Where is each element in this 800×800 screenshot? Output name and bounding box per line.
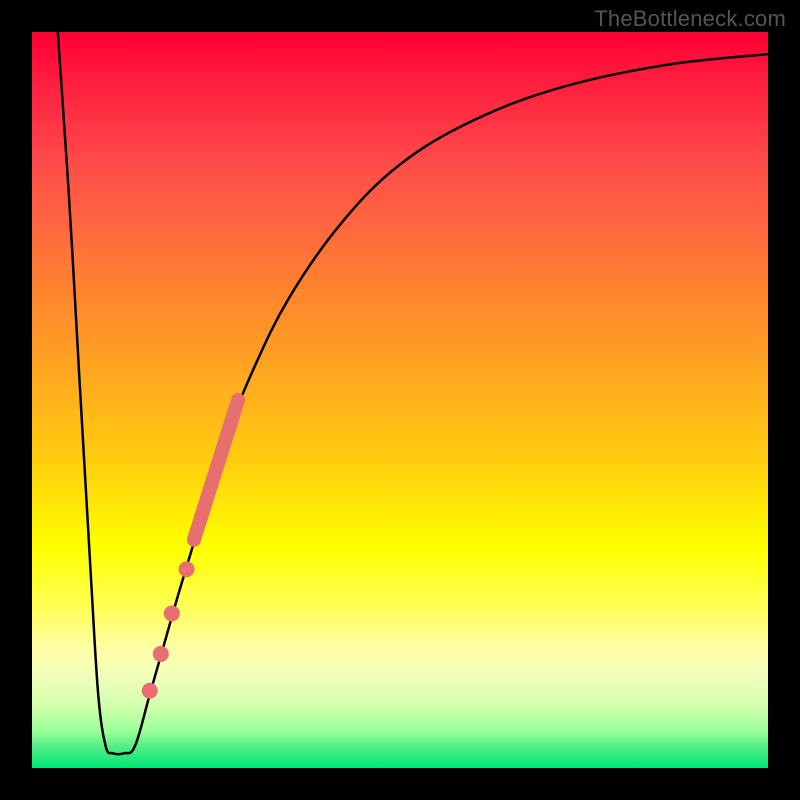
highlight-segment bbox=[194, 400, 238, 540]
highlight-dot bbox=[164, 605, 180, 621]
highlight-dot bbox=[179, 561, 195, 577]
plot-area bbox=[32, 32, 768, 768]
chart-frame: TheBottleneck.com bbox=[0, 0, 800, 800]
highlight-layer bbox=[32, 32, 768, 768]
watermark-text: TheBottleneck.com bbox=[594, 6, 786, 32]
highlight-dots bbox=[142, 561, 195, 698]
highlight-dot bbox=[142, 683, 158, 699]
highlight-dot bbox=[153, 646, 169, 662]
